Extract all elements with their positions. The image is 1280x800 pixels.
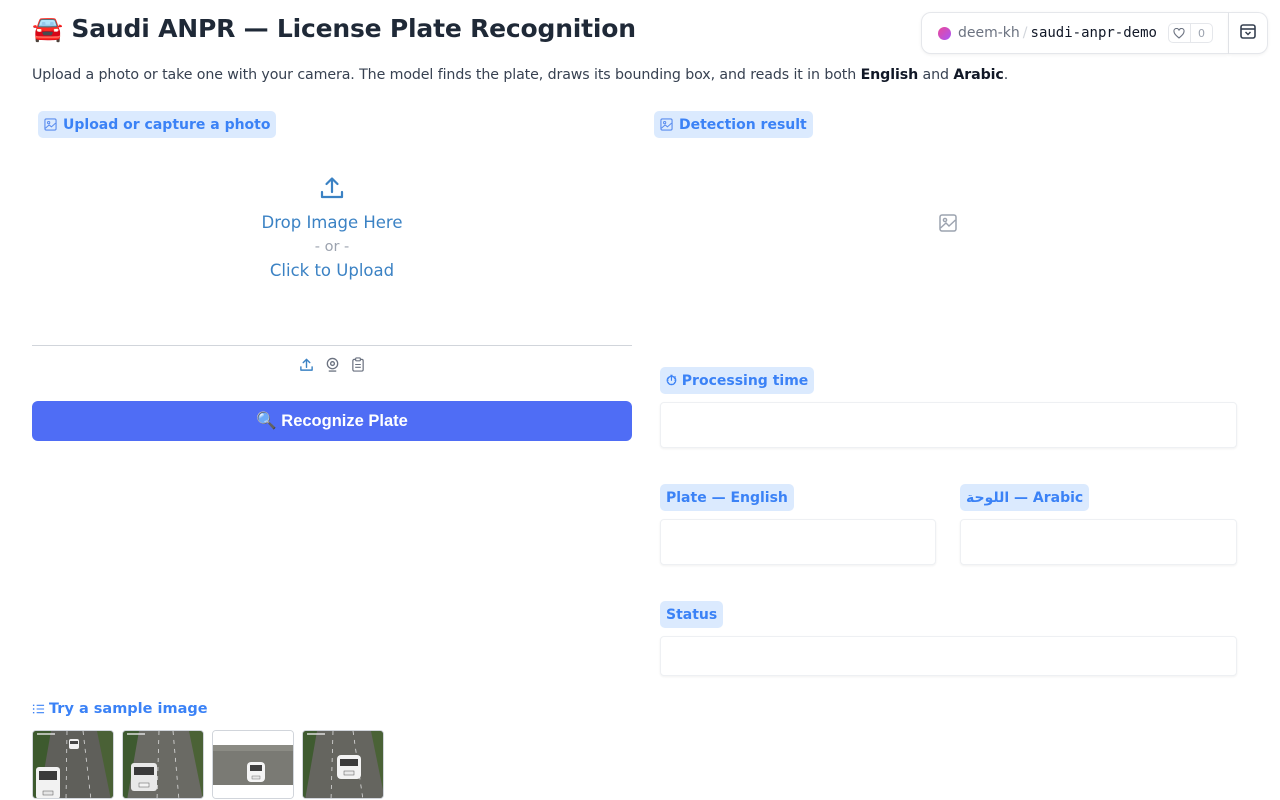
plate-arabic-label: اللوحة — Arabic: [960, 484, 1090, 511]
status-output: [660, 636, 1237, 676]
samples-label-text: Try a sample image: [49, 701, 208, 717]
detection-result-label-text: Detection result: [679, 116, 807, 133]
recognize-plate-button[interactable]: 🔍 Recognize Plate: [32, 401, 632, 441]
upload-source-icon[interactable]: [298, 355, 314, 373]
sample-image-1[interactable]: [32, 730, 114, 799]
source-selector: [32, 355, 632, 373]
plate-english-output: [660, 519, 936, 565]
page-title: 🚘 Saudi ANPR — License Plate Recognition: [32, 14, 636, 43]
list-icon: [32, 703, 45, 715]
description-text: Upload a photo or take one with your cam…: [32, 67, 861, 83]
plate-english-label: Plate — English: [660, 484, 794, 511]
plate-arabic-output: [960, 519, 1237, 565]
menu-button[interactable]: [1229, 12, 1268, 54]
processing-time-output: [660, 402, 1237, 448]
upload-icon: [319, 175, 345, 205]
upload-prompt[interactable]: Drop Image Here - or - Click to Upload: [32, 175, 632, 283]
processing-time-label: ⏱ Processing time: [660, 367, 815, 394]
description-period: .: [1003, 67, 1009, 83]
like-button[interactable]: 0: [1167, 23, 1213, 43]
sample-image-2[interactable]: [122, 730, 204, 799]
space-separator: /: [1022, 25, 1028, 41]
menu-icon: [1240, 23, 1256, 43]
description-arabic: Arabic: [953, 67, 1004, 83]
description-english: English: [860, 67, 919, 83]
webcam-icon[interactable]: [324, 355, 340, 373]
image-dropzone[interactable]: Drop Image Here - or - Click to Upload: [32, 111, 632, 346]
heart-icon: [1169, 24, 1191, 42]
sample-image-4[interactable]: [302, 730, 384, 799]
clipboard-icon[interactable]: [350, 355, 366, 373]
image-icon: [660, 118, 673, 131]
like-count: 0: [1197, 26, 1205, 40]
or-text: - or -: [314, 239, 350, 255]
drop-image-text: Drop Image Here: [261, 213, 403, 232]
samples-label: Try a sample image: [32, 701, 208, 717]
page-description: Upload a photo or take one with your cam…: [32, 67, 1008, 83]
avatar: [938, 26, 951, 40]
space-owner-link[interactable]: deem-kh: [958, 25, 1020, 41]
image-placeholder-icon: [938, 213, 958, 237]
space-name-link[interactable]: saudi-anpr-demo: [1031, 25, 1157, 41]
space-badge: deem-kh / saudi-anpr-demo 0: [921, 12, 1229, 54]
description-and: and: [918, 67, 954, 83]
sample-image-3[interactable]: [212, 730, 294, 799]
detection-result-label: Detection result: [654, 111, 813, 138]
click-to-upload-text: Click to Upload: [269, 261, 395, 280]
status-label: Status: [660, 601, 724, 628]
